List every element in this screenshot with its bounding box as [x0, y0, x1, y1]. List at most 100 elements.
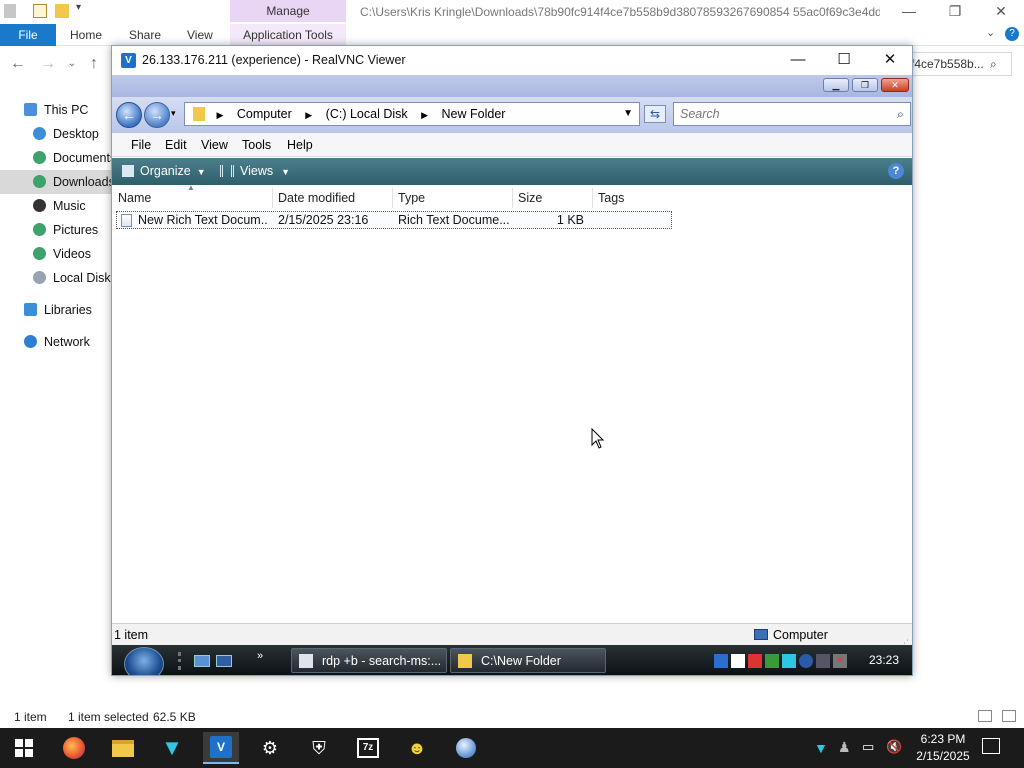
close-icon[interactable]: ✕	[978, 0, 1024, 24]
column-divider[interactable]	[392, 188, 393, 208]
column-size[interactable]: Size	[518, 188, 542, 208]
tray-network-icon[interactable]	[714, 654, 728, 668]
taskbar-clock[interactable]: 6:23 PM 2/15/2025	[910, 731, 976, 767]
breadcrumb-local-disk[interactable]: (C:) Local Disk	[326, 107, 408, 121]
nav-item-documents[interactable]: Documents	[33, 146, 116, 170]
quick-access-dropdown-icon[interactable]: ▾	[76, 2, 81, 13]
tray-app-icon[interactable]	[731, 654, 745, 668]
vnc-close-icon[interactable]: ✕	[867, 46, 913, 75]
details-view-icon[interactable]	[978, 710, 992, 722]
remote-desktop-view[interactable]: ▁ ❐ ✕ ← → ▾ ▶ Computer ▶ (C:) Local Disk…	[112, 75, 912, 675]
vista-start-orb-icon[interactable]	[124, 647, 164, 675]
network-globe-icon[interactable]	[448, 732, 484, 764]
vpn-shield-icon[interactable]: ▼	[154, 732, 190, 764]
realvnc-icon[interactable]: V	[203, 732, 239, 764]
refresh-icon[interactable]: ⇆	[644, 105, 666, 123]
column-divider[interactable]	[272, 188, 273, 208]
column-date-modified[interactable]: Date modified	[278, 188, 355, 208]
nav-item-videos[interactable]: Videos	[33, 242, 91, 266]
organize-button[interactable]: Organize ▼	[122, 158, 206, 185]
back-button-icon[interactable]: ←	[116, 102, 142, 128]
maximize-icon[interactable]: ❐	[932, 0, 978, 24]
people-icon[interactable]: ☻	[399, 732, 435, 764]
file-name[interactable]: New Rich Text Docum...	[138, 211, 268, 229]
vnc-minimize-icon[interactable]: —	[775, 46, 821, 75]
vista-search-input[interactable]: Search ⌕	[673, 102, 911, 126]
notifications-icon[interactable]	[982, 738, 1000, 754]
up-arrow-icon[interactable]: ↑	[84, 52, 104, 76]
help-icon[interactable]: ?	[888, 163, 904, 179]
start-icon[interactable]	[6, 732, 42, 764]
column-tags[interactable]: Tags	[598, 188, 624, 208]
taskbar-item-search[interactable]: rdp +b - search-ms:...	[291, 648, 447, 673]
breadcrumb-computer[interactable]: Computer	[237, 107, 292, 121]
breadcrumb-separator-icon[interactable]: ▶	[421, 110, 428, 120]
tray-people-icon[interactable]: ♟	[838, 739, 851, 756]
vista-minimize-icon[interactable]: ▁	[823, 78, 849, 92]
ribbon-tab-home[interactable]: Home	[70, 24, 102, 46]
manage-tab[interactable]: Manage	[230, 0, 346, 22]
nav-item-desktop[interactable]: Desktop	[33, 122, 99, 146]
tray-search-icon[interactable]	[799, 654, 813, 668]
menu-view[interactable]: View	[201, 133, 228, 157]
recent-locations-icon[interactable]: ⌄	[62, 52, 82, 76]
ribbon-tab-application-tools[interactable]: Application Tools	[230, 24, 346, 46]
views-button[interactable]: Views ▼	[220, 158, 290, 185]
menu-edit[interactable]: Edit	[165, 133, 187, 157]
vista-clock[interactable]: 23:23	[864, 648, 904, 673]
file-explorer-icon[interactable]	[105, 732, 141, 764]
column-divider[interactable]	[592, 188, 593, 208]
ribbon-tab-share[interactable]: Share	[129, 24, 161, 46]
firefox-icon[interactable]	[56, 732, 92, 764]
tray-display-icon[interactable]	[816, 654, 830, 668]
nav-item-local-disk[interactable]: Local Disk (	[33, 266, 118, 290]
history-dropdown-icon[interactable]: ▾	[171, 108, 176, 119]
search-icon[interactable]: ⌕	[990, 57, 997, 72]
search-icon[interactable]: ⌕	[897, 103, 904, 125]
breadcrumb-separator-icon[interactable]: ▶	[305, 110, 312, 120]
breadcrumb-new-folder[interactable]: New Folder	[442, 107, 506, 121]
7zip-icon[interactable]: 7z	[350, 732, 386, 764]
security-shield-icon[interactable]: ⛨	[301, 732, 337, 764]
ribbon-tab-file[interactable]: File	[0, 24, 56, 46]
ribbon-tab-view[interactable]: View	[187, 24, 213, 46]
properties-icon[interactable]	[33, 4, 47, 18]
switch-windows-icon[interactable]	[216, 655, 232, 667]
vista-address-bar[interactable]: ▶ Computer ▶ (C:) Local Disk ▶ New Folde…	[184, 102, 640, 126]
column-type[interactable]: Type	[398, 188, 425, 208]
menu-file[interactable]: File	[131, 133, 151, 157]
settings-gear-icon[interactable]: ⚙	[252, 732, 288, 764]
vista-close-icon[interactable]: ✕	[881, 78, 909, 92]
quick-launch-overflow-icon[interactable]: »	[257, 650, 263, 662]
new-folder-icon[interactable]	[55, 4, 69, 18]
help-icon[interactable]: ?	[1005, 27, 1019, 41]
vnc-maximize-icon[interactable]: ☐	[821, 46, 867, 75]
ribbon-expand-icon[interactable]: ⌄	[986, 26, 995, 39]
tray-network-icon[interactable]: ▭	[862, 739, 874, 755]
breadcrumb-separator-icon[interactable]: ▶	[216, 110, 223, 120]
column-name[interactable]: Name	[118, 188, 151, 208]
tray-media-icon[interactable]	[748, 654, 762, 668]
nav-item-network[interactable]: Network	[24, 330, 90, 354]
tray-update-icon[interactable]	[765, 654, 779, 668]
address-dropdown-icon[interactable]: ▼	[623, 103, 633, 125]
nav-item-music[interactable]: Music	[33, 194, 86, 218]
large-icons-view-icon[interactable]	[1002, 710, 1016, 722]
nav-item-libraries[interactable]: Libraries	[24, 298, 92, 322]
nav-item-downloads[interactable]: Downloads	[33, 170, 115, 194]
vista-restore-icon[interactable]: ❐	[852, 78, 878, 92]
column-divider[interactable]	[512, 188, 513, 208]
menu-tools[interactable]: Tools	[242, 133, 271, 157]
show-desktop-icon[interactable]	[194, 655, 210, 667]
nav-item-pictures[interactable]: Pictures	[33, 218, 98, 242]
tray-vpn-icon[interactable]: ▼	[814, 740, 828, 756]
back-arrow-icon[interactable]: ←	[8, 52, 28, 76]
tray-volume-muted-icon[interactable]: ✕	[833, 654, 847, 668]
tray-volume-muted-icon[interactable]: 🔇	[886, 739, 902, 755]
tray-vpn-icon[interactable]	[782, 654, 796, 668]
taskbar-item-new-folder[interactable]: C:\New Folder	[450, 648, 606, 673]
nav-item-this-pc[interactable]: This PC	[24, 98, 88, 122]
minimize-icon[interactable]: —	[886, 0, 932, 24]
forward-button-icon[interactable]: →	[144, 102, 170, 128]
menu-help[interactable]: Help	[287, 133, 313, 157]
